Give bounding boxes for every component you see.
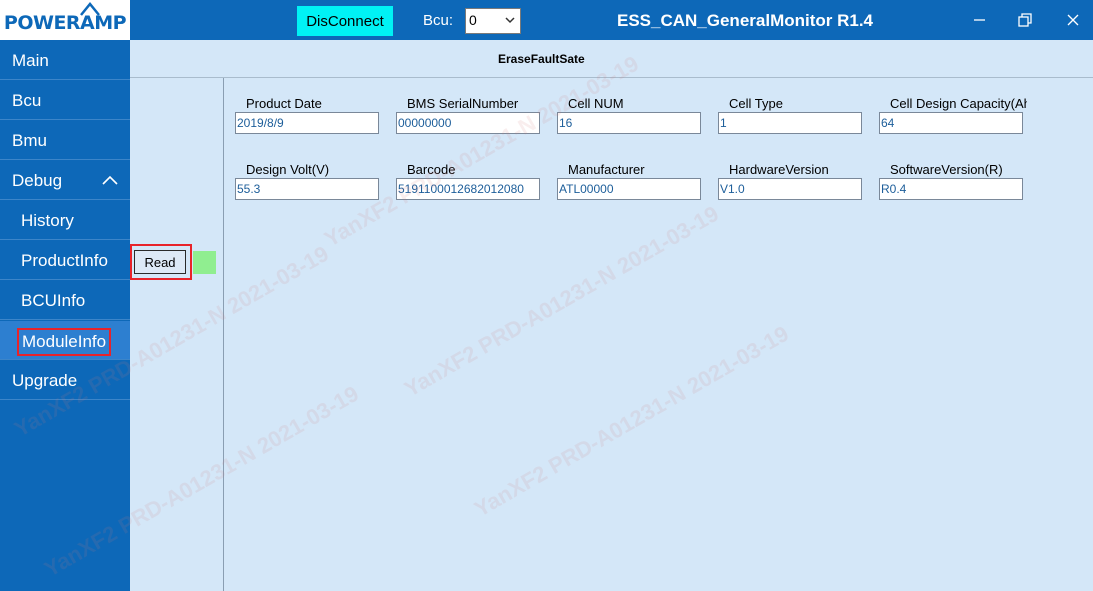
app-title: ESS_CAN_GeneralMonitor R1.4	[617, 11, 874, 30]
cell-type-value: 1	[720, 116, 727, 130]
design-volt-field[interactable]: 55.3	[235, 178, 379, 200]
minimize-icon[interactable]	[969, 10, 989, 30]
chevron-down-icon	[505, 17, 515, 24]
hardware-version-field[interactable]: V1.0	[718, 178, 862, 200]
watermark: YanXF2 PRD-A01231-N 2021-03-19	[470, 320, 793, 522]
title-bar: POWERAMP DisConnect Bcu: 0 ESS_CAN_Gener…	[0, 0, 1093, 40]
read-button[interactable]: Read	[134, 250, 186, 274]
manufacturer-label: Manufacturer	[568, 162, 645, 177]
product-date-label: Product Date	[246, 96, 322, 111]
bcu-label: Bcu:	[423, 12, 454, 29]
manufacturer-field[interactable]: ATL00000	[557, 178, 701, 200]
sidebar-item-bcuinfo[interactable]: BCUInfo	[0, 281, 130, 320]
cell-type-label: Cell Type	[729, 96, 783, 111]
sidebar-item-moduleinfo[interactable]: ModuleInfo	[0, 321, 130, 360]
sidebar-item-productinfo[interactable]: ProductInfo	[0, 241, 130, 280]
sidebar-item-bmu[interactable]: Bmu	[0, 121, 130, 160]
hardware-version-label: HardwareVersion	[729, 162, 829, 177]
cell-num-field[interactable]: 16	[557, 112, 701, 134]
design-volt-label: Design Volt(V)	[246, 162, 330, 177]
bcu-selected-value: 0	[469, 12, 477, 28]
logo-peak-icon	[80, 2, 100, 16]
sidebar-item-label: BCUInfo	[21, 291, 86, 310]
restore-icon[interactable]	[1015, 10, 1035, 30]
sidebar-item-label: ModuleInfo	[17, 328, 112, 356]
sidebar-item-label: Bmu	[12, 131, 47, 150]
divider	[223, 78, 224, 591]
hardware-version-value: V1.0	[720, 182, 745, 196]
bms-serial-number-label: BMS SerialNumber	[407, 96, 519, 111]
software-version-value: R0.4	[881, 182, 907, 196]
poweramp-logo: POWERAMP	[0, 0, 130, 40]
sidebar-item-history[interactable]: History	[0, 201, 130, 240]
manufacturer-value: ATL00000	[559, 182, 614, 196]
sidebar-item-label: Bcu	[12, 91, 42, 110]
cell-type-field[interactable]: 1	[718, 112, 862, 134]
erase-fault-state-label[interactable]: EraseFaultSate	[498, 52, 585, 66]
cell-design-capacity-field[interactable]: 64	[879, 112, 1023, 134]
bms-serial-number-value: 00000000	[398, 116, 452, 130]
disconnect-button[interactable]: DisConnect	[297, 6, 393, 36]
design-volt-value: 55.3	[237, 182, 261, 196]
status-indicator	[193, 251, 216, 274]
sidebar-item-label: ProductInfo	[21, 251, 108, 270]
sidebar-item-bcu[interactable]: Bcu	[0, 81, 130, 120]
product-date-value: 2019/8/9	[237, 116, 284, 130]
watermark: YanXF2 PRD-A01231-N 2021-03-19	[320, 50, 643, 252]
sidebar-item-debug[interactable]: Debug	[0, 161, 130, 200]
cell-design-capacity-value: 64	[881, 116, 895, 130]
sidebar-item-label: Debug	[12, 171, 63, 190]
sidebar-nav: Main Bcu Bmu Debug History ProductInfo B…	[0, 40, 130, 591]
product-date-field[interactable]: 2019/8/9	[235, 112, 379, 134]
cell-design-capacity-label: Cell Design Capacity(Ah	[890, 96, 1027, 111]
watermark: YanXF2 PRD-A01231-N 2021-03-19	[400, 200, 723, 402]
bcu-select[interactable]: 0	[465, 8, 521, 34]
software-version-field[interactable]: R0.4	[879, 178, 1023, 200]
sidebar-item-main[interactable]: Main	[0, 41, 130, 80]
chevron-up-icon	[102, 175, 118, 185]
logo-text: POWERAMP	[3, 12, 127, 34]
close-icon[interactable]	[1063, 10, 1083, 30]
sidebar-item-label: Main	[12, 51, 49, 70]
sidebar-item-label: History	[21, 211, 74, 230]
software-version-label: SoftwareVersion(R)	[890, 162, 1003, 177]
